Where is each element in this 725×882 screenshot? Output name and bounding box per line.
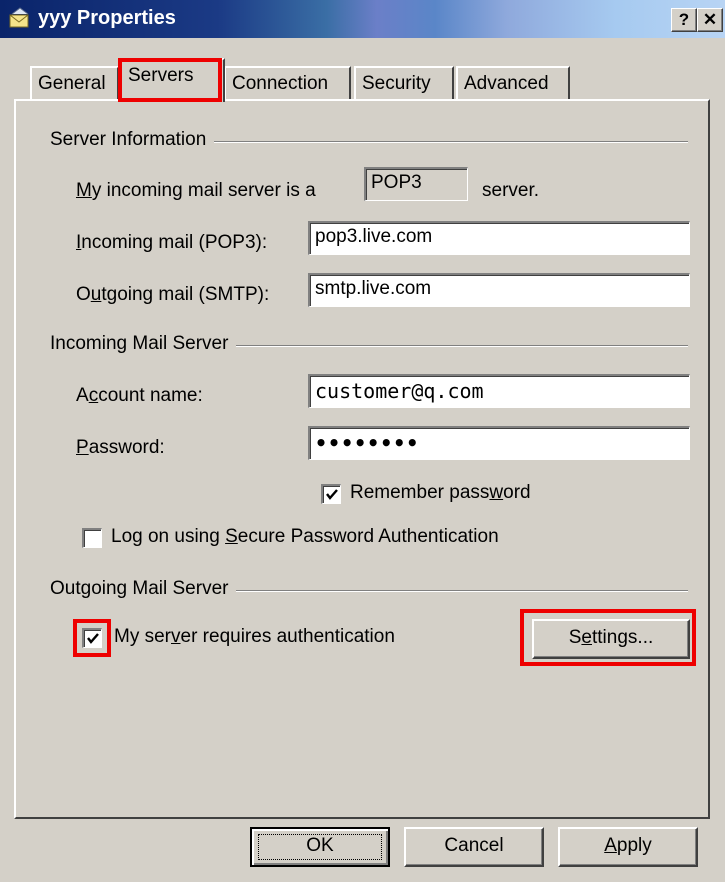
password-label: Password: xyxy=(76,437,165,458)
title-bar[interactable]: yyy Properties ? ✕ xyxy=(0,0,725,38)
help-button[interactable]: ? xyxy=(671,8,697,32)
incoming-server-input[interactable]: pop3.live.com xyxy=(308,221,690,255)
server-info-heading: Server Information xyxy=(50,129,215,151)
checkmark-icon xyxy=(326,489,338,500)
remember-password-label[interactable]: Remember password xyxy=(350,482,531,504)
tab-general[interactable]: General xyxy=(30,66,119,99)
spa-label[interactable]: Log on using Secure Password Authenticat… xyxy=(111,526,499,548)
checkmark-icon xyxy=(87,633,99,644)
outgoing-server-input[interactable]: smtp.live.com xyxy=(308,273,690,307)
incoming-type-field: POP3 xyxy=(364,167,468,201)
tab-connection[interactable]: Connection xyxy=(224,66,351,99)
account-name-input[interactable]: customer@q.com xyxy=(308,374,690,408)
window-title: yyy Properties xyxy=(38,7,176,29)
remember-password-checkbox[interactable] xyxy=(321,484,341,504)
incoming-server-label: Incoming mail (POP3): xyxy=(76,232,268,253)
auth-required-checkbox[interactable] xyxy=(82,628,102,648)
incoming-type-suffix: server. xyxy=(482,180,540,201)
cancel-button[interactable]: Cancel xyxy=(404,827,544,867)
account-name-label: Account name: xyxy=(76,385,203,406)
incoming-type-label: My incoming mail server is a xyxy=(76,180,316,201)
servers-panel: Server Information My incoming mail serv… xyxy=(14,99,710,819)
tab-security[interactable]: Security xyxy=(354,66,454,99)
apply-button[interactable]: Apply xyxy=(558,827,698,867)
mail-account-icon xyxy=(9,7,29,28)
password-input[interactable]: •••••••• xyxy=(308,426,690,460)
close-button[interactable]: ✕ xyxy=(697,8,723,32)
tab-advanced[interactable]: Advanced xyxy=(456,66,570,99)
tab-servers[interactable]: Servers xyxy=(120,58,225,102)
outgoing-server-label: Outgoing mail (SMTP): xyxy=(76,284,270,305)
outgoing-heading: Outgoing Mail Server xyxy=(50,578,237,600)
ok-button[interactable]: OK xyxy=(250,827,390,867)
spa-checkbox[interactable] xyxy=(82,528,102,548)
auth-required-label[interactable]: My server requires authentication xyxy=(114,626,395,648)
incoming-heading: Incoming Mail Server xyxy=(50,333,237,355)
settings-button[interactable]: Settings... xyxy=(532,619,690,659)
properties-dialog: yyy Properties ? ✕ General Servers Conne… xyxy=(0,0,725,882)
